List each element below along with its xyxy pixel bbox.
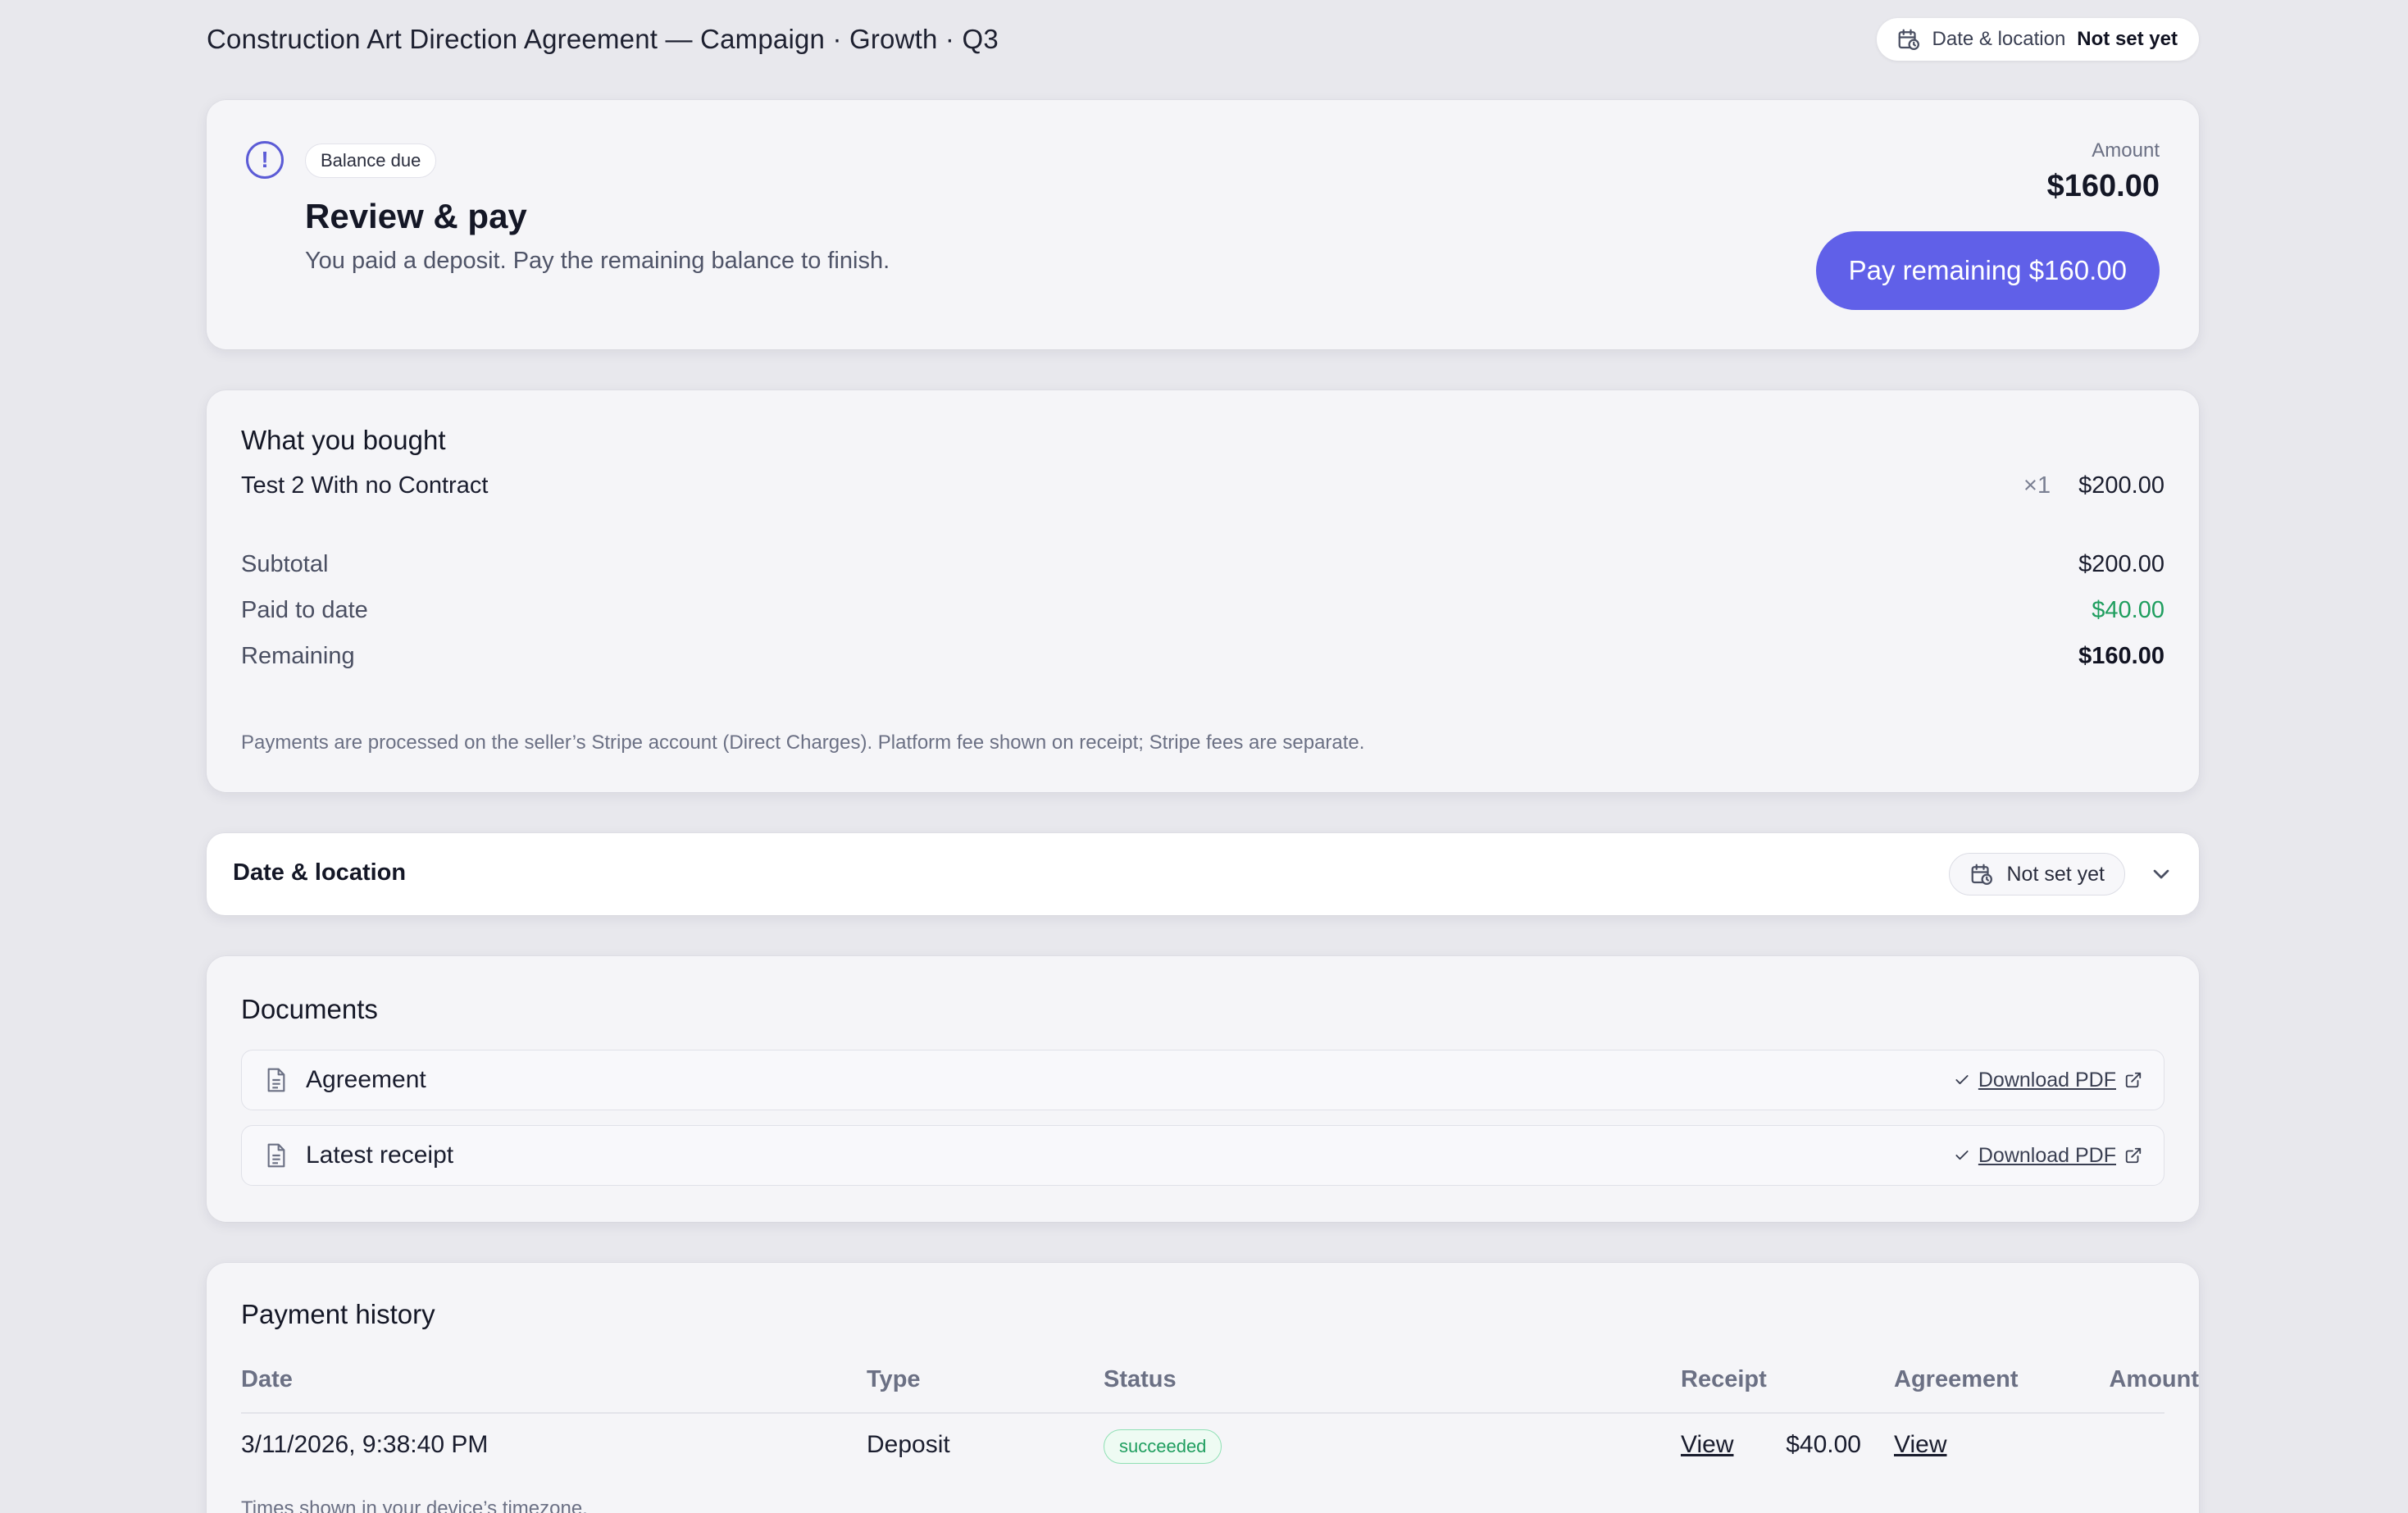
- remaining-label: Remaining: [241, 643, 355, 669]
- paid-value: $40.00: [2092, 597, 2164, 623]
- line-item-qty: ×1: [2023, 472, 2051, 499]
- timezone-footnote: Times shown in your device’s timezone.: [241, 1497, 588, 1513]
- remaining-row: Remaining $160.00: [241, 643, 2164, 670]
- calendar-clock-icon: [1969, 862, 1994, 886]
- pay-remaining-button[interactable]: Pay remaining $160.00: [1815, 231, 2160, 310]
- file-text-icon: [265, 1142, 288, 1169]
- calendar-clock-icon: [1896, 27, 1921, 52]
- column-header-receipt: Receipt: [1681, 1366, 1767, 1392]
- external-link-icon: [2124, 1146, 2142, 1164]
- amount-label: Amount: [2092, 139, 2160, 162]
- chip-label: Date & location: [1932, 28, 2066, 50]
- payment-note: Payments are processed on the seller’s S…: [241, 731, 1365, 754]
- alert-circle-icon: !: [246, 141, 284, 179]
- table-divider: [241, 1412, 2164, 1414]
- paid-row: Paid to date $40.00: [241, 597, 2164, 624]
- column-header-agreement: Agreement: [1894, 1366, 2019, 1392]
- file-text-icon: [265, 1067, 288, 1093]
- subtotal-row: Subtotal $200.00: [241, 551, 2164, 578]
- check-icon: [1954, 1072, 1970, 1088]
- receipt-view-link[interactable]: View: [1681, 1431, 1733, 1459]
- date-location-section[interactable]: Date & location Not set yet: [207, 833, 2199, 915]
- subtotal-label: Subtotal: [241, 551, 329, 577]
- order-summary-heading: What you bought: [241, 425, 446, 455]
- date-location-status: Not set yet: [1948, 853, 2125, 895]
- external-link-icon: [2124, 1071, 2142, 1089]
- order-summary-card: What you bought Test 2 With no Contract …: [207, 390, 2199, 792]
- download-pdf-link[interactable]: Download PDF: [1954, 1069, 2142, 1092]
- status-badge: Balance due: [305, 144, 437, 178]
- row-amount: $40.00: [1786, 1431, 1861, 1458]
- download-pdf-label[interactable]: Download PDF: [1978, 1069, 2116, 1092]
- document-row-agreement: Agreement Download PDF: [241, 1050, 2164, 1110]
- review-title: Review & pay: [305, 197, 527, 235]
- payment-history-heading: Payment history: [241, 1299, 435, 1329]
- line-item-name: Test 2 With no Contract: [241, 472, 489, 499]
- page-container: Construction Art Direction Agreement — C…: [207, 0, 2199, 1513]
- download-pdf-label[interactable]: Download PDF: [1978, 1144, 2116, 1168]
- chevron-down-icon[interactable]: [2148, 861, 2174, 887]
- document-row-receipt: Latest receipt Download PDF: [241, 1125, 2164, 1186]
- page-header: Construction Art Direction Agreement — C…: [207, 0, 2199, 79]
- agreement-view-link[interactable]: View: [1894, 1431, 1946, 1459]
- review-subtitle: You paid a deposit. Pay the remaining ba…: [305, 248, 890, 274]
- line-item-price: $200.00: [2078, 472, 2164, 499]
- line-item: Test 2 With no Contract ×1 $200.00: [241, 472, 2164, 499]
- download-pdf-link[interactable]: Download PDF: [1954, 1144, 2142, 1168]
- page-title: Construction Art Direction Agreement — C…: [207, 24, 999, 54]
- column-header-date: Date: [241, 1366, 293, 1392]
- date-location-status-text: Not set yet: [2006, 862, 2105, 886]
- date-location-title: Date & location: [233, 859, 407, 886]
- documents-card: Documents Agreement Download PDF Latest …: [207, 956, 2199, 1222]
- chip-value: Not set yet: [2077, 28, 2178, 50]
- paid-label: Paid to date: [241, 597, 368, 623]
- review-pay-card: ! Balance due Review & pay You paid a de…: [207, 100, 2199, 349]
- check-icon: [1954, 1147, 1970, 1164]
- remaining-value: $160.00: [2078, 643, 2164, 669]
- documents-heading: Documents: [241, 994, 378, 1024]
- amount-value: $160.00: [2046, 169, 2160, 203]
- subtotal-value: $200.00: [2078, 551, 2164, 577]
- document-name: Latest receipt: [306, 1142, 454, 1169]
- document-name: Agreement: [306, 1066, 426, 1093]
- date-location-chip[interactable]: Date & location Not set yet: [1876, 18, 2199, 61]
